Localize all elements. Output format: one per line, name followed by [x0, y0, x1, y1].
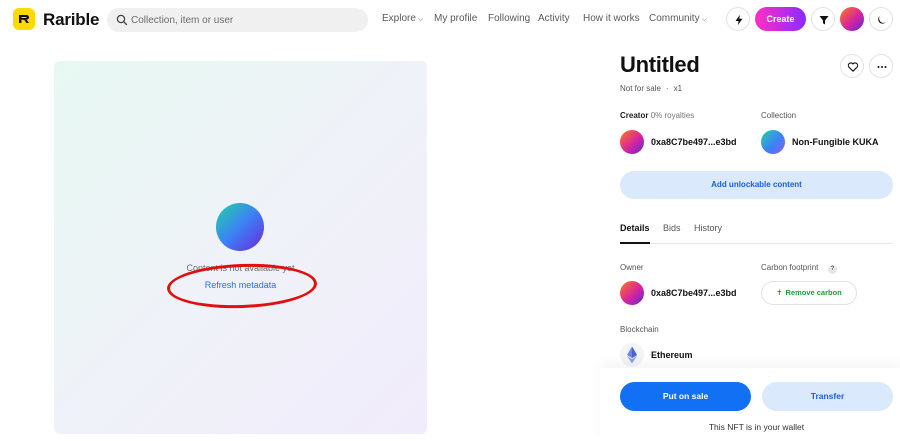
owner-label: Owner — [620, 263, 644, 272]
collection-name[interactable]: Non-Fungible KUKA — [792, 137, 878, 147]
blockchain-label: Blockchain — [620, 325, 659, 334]
chevron-down-icon: ⌵ — [701, 16, 707, 23]
item-tabs: Details Bids History — [620, 214, 893, 244]
remove-carbon-button[interactable]: ✝ Remove carbon — [761, 281, 857, 305]
nav-my-profile[interactable]: My profile — [434, 13, 477, 24]
transfer-button[interactable]: Transfer — [762, 382, 893, 411]
tab-details[interactable]: Details — [620, 223, 650, 233]
theme-toggle-button[interactable] — [869, 7, 893, 31]
more-horizontal-icon — [877, 66, 887, 68]
nav-community-label: Community — [649, 13, 700, 24]
nav-activity[interactable]: Activity — [538, 13, 570, 24]
owner-avatar[interactable] — [620, 281, 644, 305]
put-on-sale-button[interactable]: Put on sale — [620, 382, 751, 411]
separator-dot: · — [665, 84, 669, 93]
nav-how-it-works[interactable]: How it works — [583, 13, 640, 24]
creator-avatar[interactable] — [620, 130, 644, 154]
heart-icon — [847, 62, 859, 72]
wallet-note: This NFT is in your wallet — [708, 422, 805, 432]
collection-label: Collection — [761, 111, 797, 120]
nav-community[interactable]: Community ⌵ — [649, 13, 707, 24]
nav-following[interactable]: Following — [488, 13, 530, 24]
create-button[interactable]: Create — [755, 7, 806, 31]
owner-address[interactable]: 0xa8C7be497...e3bd — [651, 288, 737, 298]
remove-carbon-label: Remove carbon — [785, 288, 842, 297]
lightning-button[interactable] — [726, 7, 750, 31]
avatar[interactable] — [840, 7, 864, 31]
rarible-logo-icon[interactable] — [13, 8, 35, 30]
sale-status: Not for sale · x1 — [620, 84, 682, 93]
moon-icon — [878, 16, 886, 24]
tab-bids[interactable]: Bids — [663, 223, 681, 233]
page-title: Untitled — [620, 52, 700, 77]
nav-explore[interactable]: Explore ⌵ — [382, 13, 423, 24]
search-input[interactable] — [131, 8, 361, 32]
filter-icon — [819, 16, 829, 25]
chevron-down-icon: ⌵ — [417, 16, 424, 23]
royalties-text: 0% royalties — [650, 111, 695, 120]
creator-label: Creator — [620, 111, 649, 120]
top-navigation: Rarible Explore⌵ My profile Following Ac… — [0, 0, 900, 40]
ethereum-icon — [620, 343, 644, 367]
nav-explore-label: Explore — [382, 13, 416, 24]
brand-name[interactable]: Rarible — [43, 10, 99, 30]
like-button[interactable] — [840, 54, 864, 78]
lightning-icon — [735, 14, 743, 26]
creator-address[interactable]: 0xa8C7be497...e3bd — [651, 137, 737, 147]
more-options-button[interactable] — [869, 54, 893, 78]
filter-button[interactable] — [811, 7, 835, 31]
carbon-footprint-label: Carbon footprint — [761, 263, 819, 272]
collection-avatar[interactable] — [761, 130, 785, 154]
creator-heading: Creator 0% royalties — [620, 111, 694, 120]
placeholder-orb — [216, 203, 264, 251]
blockchain-name: Ethereum — [651, 350, 693, 360]
leaf-icon: ✝ — [776, 288, 783, 297]
nft-media-placeholder: Content is not available yet Refresh met… — [54, 61, 427, 434]
help-icon[interactable]: ? — [828, 265, 837, 274]
search-icon — [116, 14, 128, 26]
sale-status-text: Not for sale — [620, 84, 661, 93]
add-unlockable-content-button[interactable]: Add unlockable content — [620, 171, 893, 199]
tab-history[interactable]: History — [694, 223, 722, 233]
active-tab-indicator — [620, 242, 650, 244]
search-bar[interactable] — [107, 8, 368, 32]
edition-count: x1 — [673, 84, 683, 93]
